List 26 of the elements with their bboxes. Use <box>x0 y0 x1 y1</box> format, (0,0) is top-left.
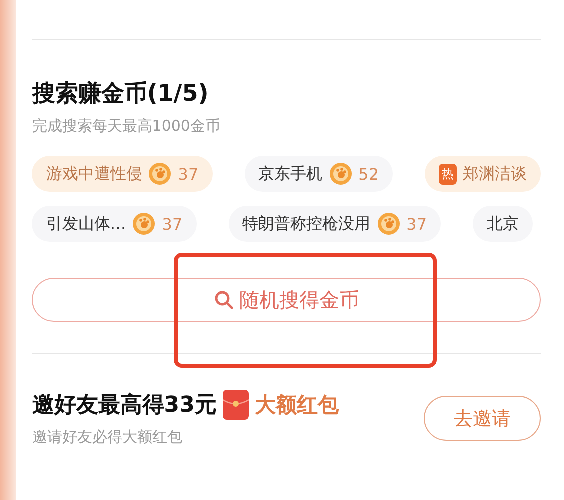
coin-icon <box>132 212 156 236</box>
coin-icon <box>376 212 401 236</box>
search-icon <box>214 290 234 310</box>
tag-label: 京东手机 <box>258 164 323 184</box>
coin-count: 37 <box>178 164 199 184</box>
tag-label: 郑渊洁谈 <box>463 164 527 184</box>
coin-count: 37 <box>406 214 427 234</box>
search-tag[interactable]: 京东手机 52 <box>244 156 393 192</box>
search-tag[interactable]: 特朗普称控枪没用 37 <box>228 206 441 242</box>
envelope-icon <box>222 390 249 420</box>
hot-badge: 热 <box>439 164 457 184</box>
section-subtitle: 完成搜索每天最高1000金币 <box>32 117 222 136</box>
coin-count: 52 <box>358 164 379 184</box>
tag-label: 特朗普称控枪没用 <box>242 214 371 234</box>
search-tag[interactable]: 北京 <box>473 206 533 242</box>
section-title: 搜索赚金币(1/5) <box>32 80 210 109</box>
search-tag[interactable]: 引发山体… 37 <box>32 206 197 242</box>
coin-count: 37 <box>162 214 183 234</box>
tag-label: 游戏中遭性侵 <box>46 164 142 184</box>
invite-title: 邀好友最高得33元 <box>32 392 217 420</box>
invite-subtitle: 邀请好友必得大额红包 <box>32 428 184 447</box>
coin-icon <box>148 162 172 186</box>
tag-label: 北京 <box>487 214 519 234</box>
tag-label: 引发山体… <box>46 214 126 234</box>
bonus-label: 大额红包 <box>254 392 339 419</box>
coin-icon <box>328 162 353 186</box>
